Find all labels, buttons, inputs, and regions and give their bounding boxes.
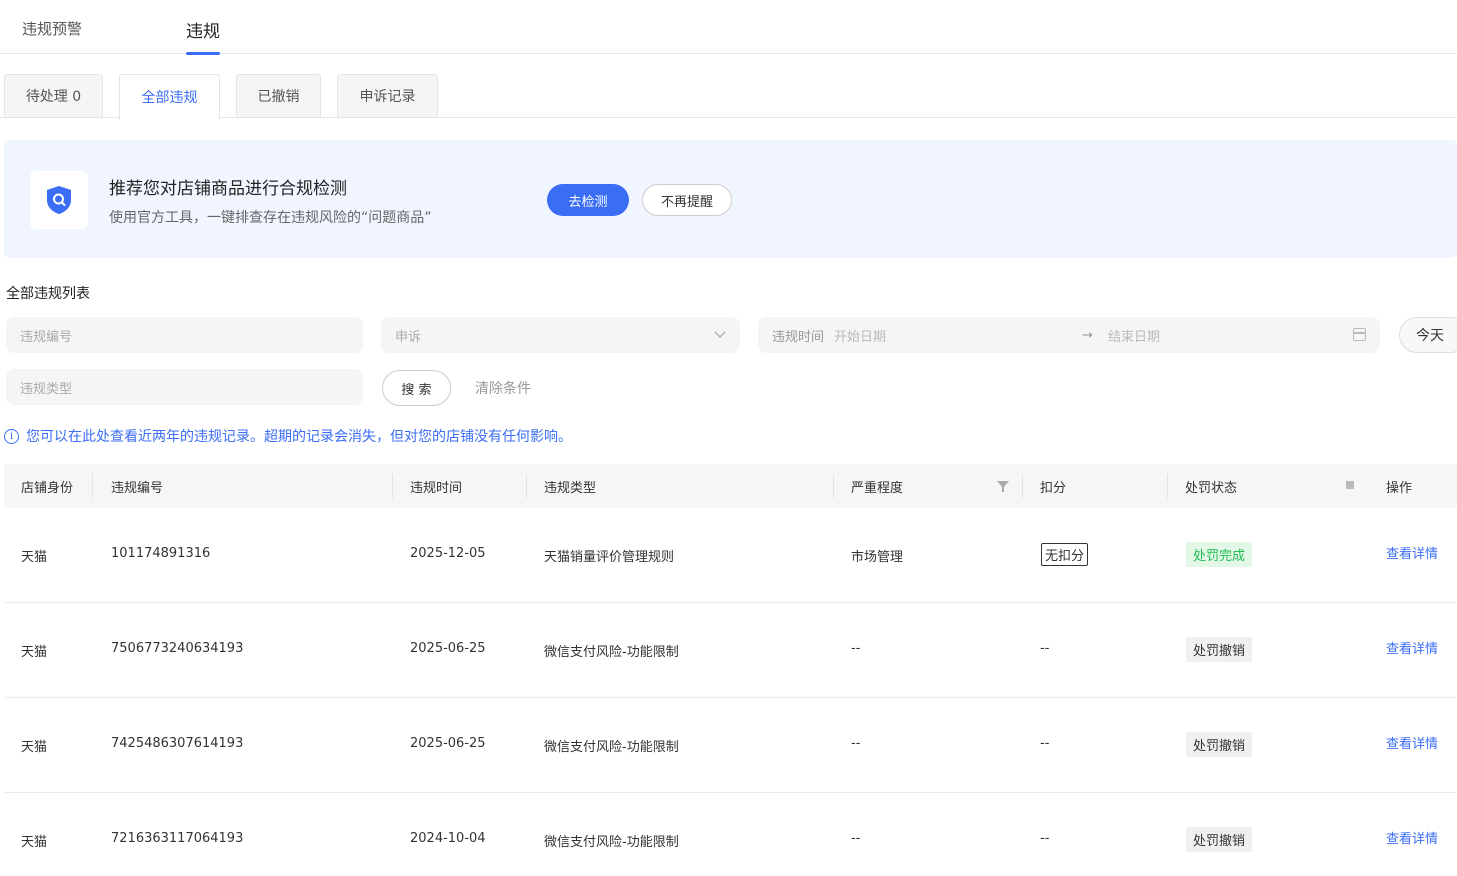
today-button[interactable]: 今天 — [1399, 317, 1457, 353]
tab-revoked[interactable]: 已撤销 — [236, 74, 321, 118]
shield-search-icon — [30, 171, 88, 229]
filter-icon[interactable] — [997, 481, 1009, 492]
sub-tab-bar: 待处理 0 全部违规 已撤销 申诉记录 — [0, 72, 1457, 120]
tab-violation-warning[interactable]: 违规预警 — [22, 18, 82, 39]
cell-date: 2025-12-05 — [410, 546, 486, 561]
status-badge: 处罚完成 — [1186, 542, 1253, 567]
cell-date: 2025-06-25 — [410, 736, 486, 751]
date-end-input[interactable]: 结束日期 — [1108, 326, 1160, 345]
section-title: 全部违规列表 — [6, 286, 90, 302]
appeal-select[interactable]: 申诉 — [381, 317, 740, 353]
col-penalty-status: 处罚状态 — [1185, 481, 1238, 496]
cell-severity: -- — [851, 641, 861, 656]
col-severity: 严重程度 — [851, 481, 904, 496]
col-violation-time: 违规时间 — [410, 481, 463, 496]
column-divider — [392, 474, 393, 498]
violation-type-placeholder: 违规类型 — [20, 381, 73, 397]
detect-button[interactable]: 去检测 — [547, 184, 629, 216]
violation-id-placeholder: 违规编号 — [20, 329, 73, 345]
arrow-right-icon: → — [1082, 327, 1093, 343]
appeal-placeholder: 申诉 — [395, 329, 422, 345]
table-row: 天猫 101174891316 2025-12-05 天猫销量评价管理规则 市场… — [4, 508, 1457, 603]
cell-violation-id: 7506773240634193 — [111, 641, 244, 656]
col-violation-type: 违规类型 — [544, 481, 597, 496]
chevron-down-icon — [714, 331, 726, 338]
tab-appeal-records[interactable]: 申诉记录 — [337, 74, 438, 118]
table-row: 天猫 7506773240634193 2025-06-25 微信支付风险-功能… — [4, 603, 1457, 698]
column-divider — [833, 474, 834, 498]
view-details-link[interactable]: 查看详情 — [1386, 828, 1438, 847]
cell-violation-id: 7216363117064193 — [111, 831, 244, 846]
column-settings-icon[interactable] — [1346, 481, 1354, 489]
col-violation-id: 违规编号 — [111, 481, 164, 496]
cell-points: -- — [1040, 831, 1050, 846]
search-button[interactable]: 搜 索 — [382, 370, 451, 406]
view-details-link[interactable]: 查看详情 — [1386, 733, 1438, 752]
points-badge: 无扣分 — [1041, 543, 1089, 566]
banner-title: 推荐您对店铺商品进行合规检测 — [109, 179, 347, 199]
tab-violations[interactable]: 违规 — [186, 17, 220, 55]
col-points: 扣分 — [1040, 481, 1067, 496]
violation-type-input[interactable]: 违规类型 — [6, 369, 363, 405]
tab-all-violations[interactable]: 全部违规 — [119, 74, 220, 120]
table-header: 店铺身份 违规编号 违规时间 违规类型 严重程度 扣分 处罚状态 操作 — [4, 464, 1457, 508]
violation-id-input[interactable]: 违规编号 — [6, 317, 363, 353]
date-range-picker[interactable]: 违规时间 开始日期 → 结束日期 — [758, 317, 1380, 353]
cell-type: 微信支付风险-功能限制 — [544, 740, 679, 755]
column-divider — [92, 474, 93, 498]
cell-shop: 天猫 — [21, 550, 48, 565]
view-details-link[interactable]: 查看详情 — [1386, 638, 1438, 657]
cell-severity: 市场管理 — [851, 550, 904, 565]
cell-shop: 天猫 — [21, 645, 48, 660]
cell-type: 微信支付风险-功能限制 — [544, 835, 679, 850]
info-notice: i 您可以在此处查看近两年的违规记录。超期的记录会消失，但对您的店铺没有任何影响… — [4, 426, 572, 446]
table-row: 天猫 7425486307614193 2025-06-25 微信支付风险-功能… — [4, 698, 1457, 793]
column-divider — [526, 474, 527, 498]
cell-type: 微信支付风险-功能限制 — [544, 645, 679, 660]
banner-subtitle: 使用官方工具，一键排查存在违规风险的“问题商品” — [109, 210, 432, 226]
top-tab-bar: 违规预警 违规 — [0, 0, 1457, 55]
cell-points: -- — [1040, 641, 1050, 656]
calendar-icon — [1353, 328, 1366, 341]
cell-violation-id: 7425486307614193 — [111, 736, 244, 751]
tab-pending[interactable]: 待处理 0 — [4, 74, 103, 118]
cell-severity: -- — [851, 831, 861, 846]
status-badge: 处罚撤销 — [1186, 732, 1253, 757]
cell-shop: 天猫 — [21, 835, 48, 850]
col-action: 操作 — [1386, 481, 1413, 496]
compliance-banner: 推荐您对店铺商品进行合规检测 使用官方工具，一键排查存在违规风险的“问题商品” … — [4, 140, 1457, 258]
cell-type: 天猫销量评价管理规则 — [544, 550, 675, 565]
status-badge: 处罚撤销 — [1186, 637, 1253, 662]
column-divider — [1167, 474, 1168, 498]
col-shop: 店铺身份 — [21, 481, 74, 496]
status-badge: 处罚撤销 — [1186, 827, 1253, 852]
cell-shop: 天猫 — [21, 740, 48, 755]
cell-date: 2025-06-25 — [410, 641, 486, 656]
cell-date: 2024-10-04 — [410, 831, 486, 846]
cell-violation-id: 101174891316 — [111, 546, 211, 561]
date-start-input[interactable]: 开始日期 — [834, 326, 886, 345]
info-icon: i — [4, 428, 19, 444]
cell-points: -- — [1040, 736, 1050, 751]
dont-remind-button[interactable]: 不再提醒 — [642, 184, 732, 216]
notice-text: 您可以在此处查看近两年的违规记录。超期的记录会消失，但对您的店铺没有任何影响。 — [26, 429, 572, 445]
date-label: 违规时间 — [772, 329, 825, 345]
table-row: 天猫 7216363117064193 2024-10-04 微信支付风险-功能… — [4, 793, 1457, 876]
cell-severity: -- — [851, 736, 861, 751]
clear-filters-button[interactable]: 清除条件 — [475, 378, 531, 398]
column-divider — [1022, 474, 1023, 498]
view-details-link[interactable]: 查看详情 — [1386, 543, 1438, 562]
